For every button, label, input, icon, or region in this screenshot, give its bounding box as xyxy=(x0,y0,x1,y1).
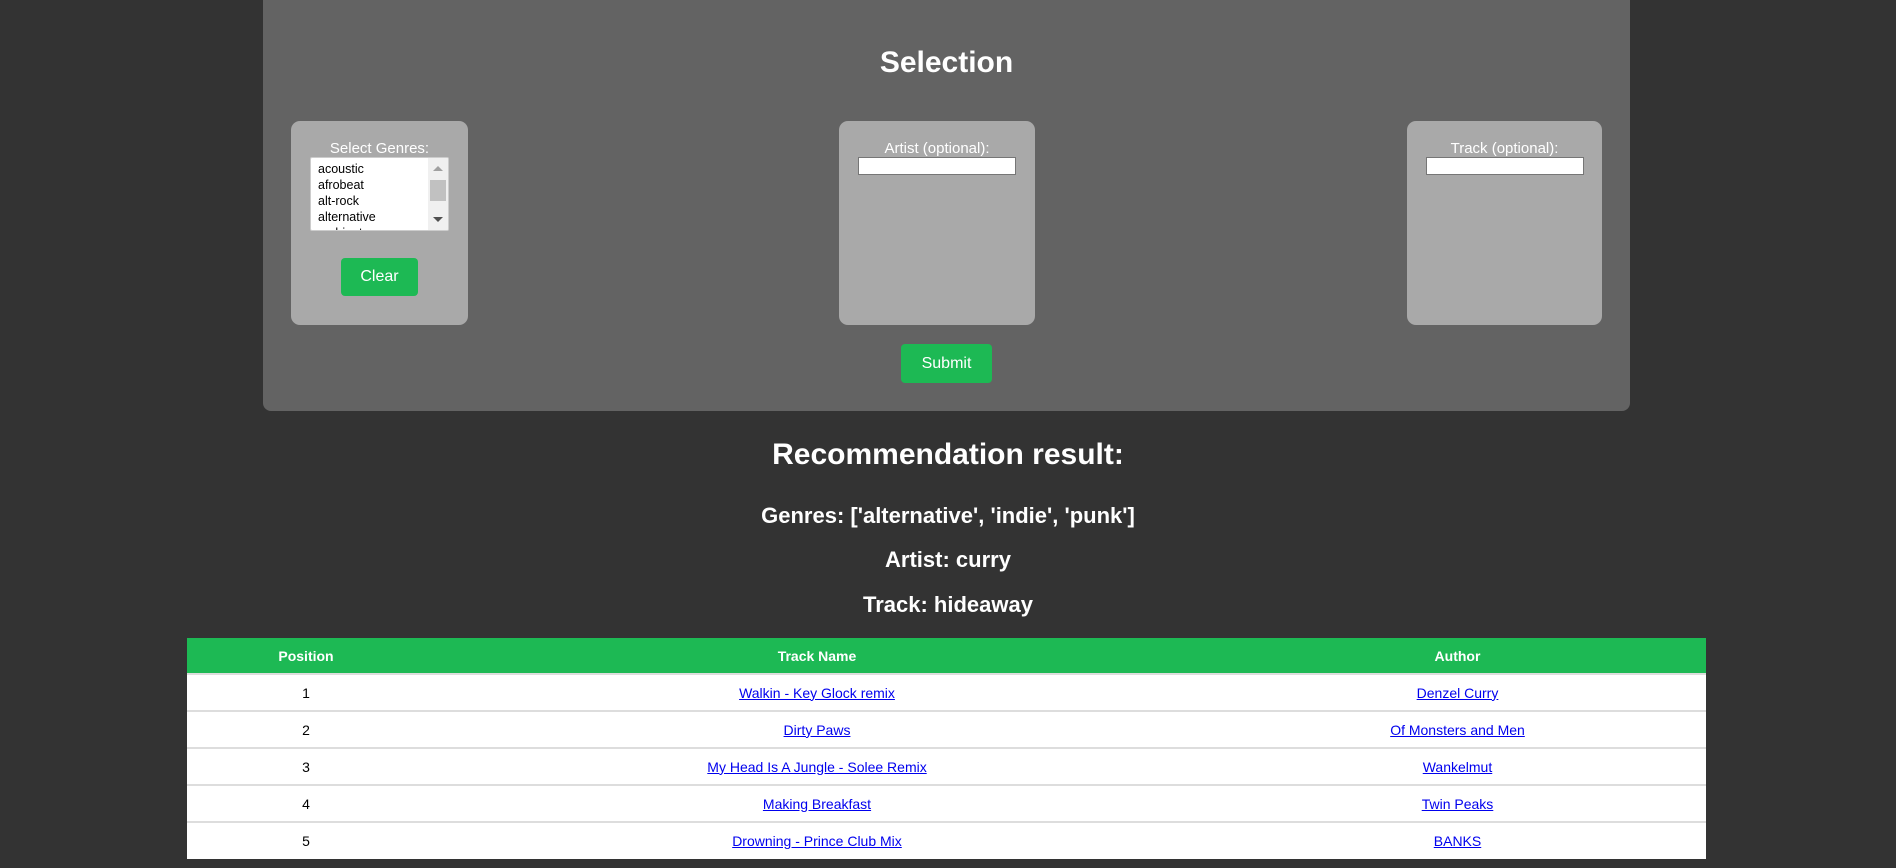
position-cell: 1 xyxy=(187,673,425,711)
selection-title: Selection xyxy=(879,46,1014,79)
author-link[interactable]: Denzel Curry xyxy=(1417,685,1499,701)
clear-button[interactable]: Clear xyxy=(341,258,418,296)
track-link[interactable]: Making Breakfast xyxy=(763,796,871,812)
track-box: Track (optional): xyxy=(1407,121,1602,325)
result-title: Recommendation result: xyxy=(772,438,1124,471)
genre-select[interactable]: acoustic afrobeat alt-rock alternative a… xyxy=(310,157,449,231)
author-link[interactable]: Of Monsters and Men xyxy=(1390,722,1525,738)
results-table: Position Track Name Author 1 Walkin - Key… xyxy=(187,638,1706,859)
artist-input[interactable] xyxy=(858,157,1016,175)
author-link[interactable]: BANKS xyxy=(1434,833,1481,849)
selection-panel: Selection Select Genres: acoustic afrobe… xyxy=(263,0,1630,411)
header-position: Position xyxy=(187,638,425,674)
table-row: 3 My Head Is A Jungle - Solee Remix Wankel… xyxy=(187,747,1706,785)
table-row: 2 Dirty Paws Of Monsters and Men xyxy=(187,710,1706,748)
track-label: Track (optional): xyxy=(1450,140,1559,157)
table-row: 1 Walkin - Key Glock remix Denzel Curry xyxy=(187,673,1706,711)
header-track-name: Track Name xyxy=(425,638,1209,674)
artist-label: Artist (optional): xyxy=(884,140,990,157)
track-link[interactable]: Drowning - Prince Club Mix xyxy=(732,833,902,849)
result-artist: Artist: curry xyxy=(885,547,1011,572)
track-link[interactable]: Walkin - Key Glock remix xyxy=(739,685,895,701)
table-row: 5 Drowning - Prince Club Mix BANKS xyxy=(187,821,1706,859)
submit-button[interactable]: Submit xyxy=(901,344,992,383)
genres-label: Select Genres: xyxy=(329,140,430,157)
table-header: Position Track Name Author xyxy=(187,638,1706,674)
position-cell: 4 xyxy=(187,784,425,822)
table-row: 4 Making Breakfast Twin Peaks xyxy=(187,784,1706,822)
genre-box: Select Genres: acoustic afrobeat alt-roc… xyxy=(291,121,468,325)
track-input[interactable] xyxy=(1426,157,1584,175)
track-link[interactable]: My Head Is A Jungle - Solee Remix xyxy=(707,759,926,775)
scroll-thumb[interactable] xyxy=(430,180,446,201)
position-cell: 5 xyxy=(187,821,425,859)
result-track: Track: hideaway xyxy=(863,592,1033,617)
header-author: Author xyxy=(1209,638,1706,674)
author-link[interactable]: Wankelmut xyxy=(1423,759,1493,775)
scroll-down-icon[interactable] xyxy=(433,217,443,222)
position-cell: 3 xyxy=(187,747,425,785)
artist-box: Artist (optional): xyxy=(839,121,1035,325)
position-cell: 2 xyxy=(187,710,425,748)
author-link[interactable]: Twin Peaks xyxy=(1422,796,1494,812)
track-link[interactable]: Dirty Paws xyxy=(784,722,851,738)
result-genres: Genres: ['alternative', 'indie', 'punk'] xyxy=(761,503,1135,528)
scroll-up-icon[interactable] xyxy=(433,166,443,171)
scrollbar[interactable] xyxy=(428,158,448,230)
